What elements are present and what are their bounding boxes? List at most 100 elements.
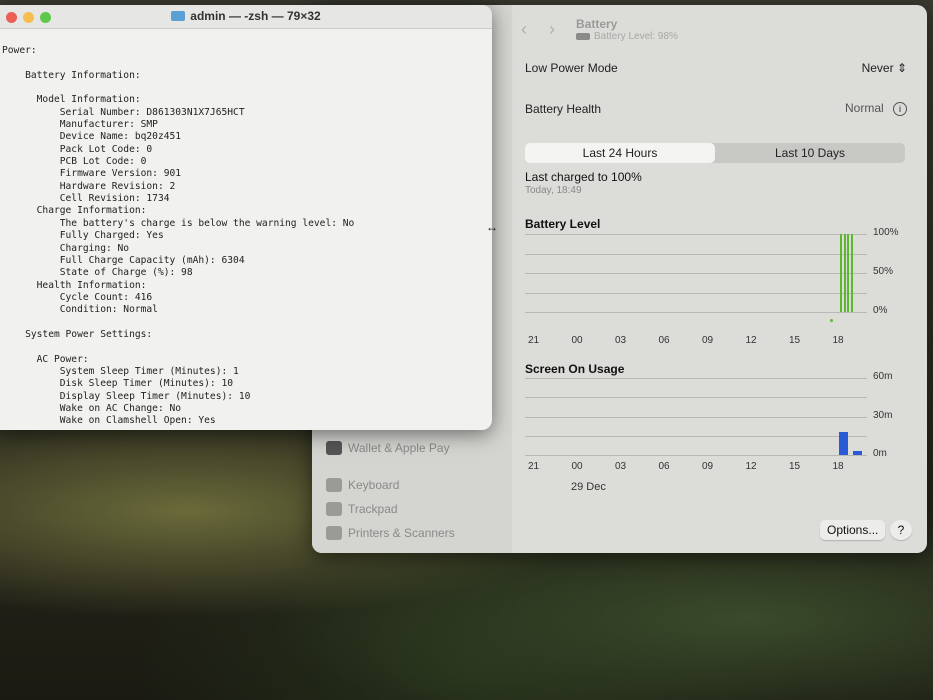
terminal-line: Manufacturer: SMP xyxy=(2,119,158,131)
gridline xyxy=(525,378,867,379)
gridline xyxy=(525,312,867,313)
gridline xyxy=(525,397,867,399)
terminal-line: Wake on AC Change: No xyxy=(2,402,182,414)
battery-level-text: Battery Level: 98% xyxy=(594,31,678,42)
sidebar-item-printers[interactable]: Printers & Scanners xyxy=(326,526,455,540)
terminal-line: The battery's charge is below the warnin… xyxy=(2,217,355,229)
terminal-title: admin — -zsh — 79×32 xyxy=(190,9,321,23)
y-tick-label: 50% xyxy=(873,266,894,277)
x-tick-label: 03 xyxy=(615,335,627,346)
y-tick-label: 0m xyxy=(873,448,887,459)
x-tick-label: 09 xyxy=(702,335,714,346)
gridline xyxy=(525,273,867,274)
terminal-line: Cycle Count: 416 xyxy=(2,291,153,303)
sidebar-item-label: Trackpad xyxy=(348,502,398,516)
terminal-line: System Power Settings: xyxy=(2,328,153,340)
terminal-line: Wake on Clamshell Open: Yes xyxy=(2,415,216,427)
chart-bar xyxy=(847,234,850,312)
battery-icon xyxy=(576,33,590,40)
terminal-line: AC Power: xyxy=(2,353,89,365)
info-icon[interactable]: i xyxy=(893,102,907,116)
terminal-line: Firmware Version: 901 xyxy=(2,168,182,180)
x-tick-label: 00 xyxy=(571,335,583,346)
chart-bar xyxy=(850,234,853,312)
battery-health-label: Battery Health xyxy=(525,101,602,116)
options-button[interactable]: Options... xyxy=(820,520,886,540)
gridline xyxy=(525,435,867,437)
tab-last-24-hours[interactable]: Last 24 Hours xyxy=(525,143,715,163)
gridline xyxy=(525,253,867,255)
x-tick-label: 21 xyxy=(528,335,540,346)
terminal-line: System Sleep Timer (Minutes): 1 xyxy=(2,365,239,377)
terminal-line: State of Charge (%): 98 xyxy=(2,267,193,279)
resize-cursor-icon: ↔ xyxy=(486,220,498,234)
low-power-row: Low Power Mode Never ⇕ xyxy=(525,61,907,75)
last-charged-time: Today, 18:49 xyxy=(525,185,582,196)
x-tick-label: 06 xyxy=(658,461,670,472)
charge-dot xyxy=(830,319,833,322)
x-tick-label: 12 xyxy=(745,335,757,346)
x-tick-label: 18 xyxy=(832,461,844,472)
terminal-line: Charge Information: xyxy=(2,205,147,217)
help-button[interactable]: ? xyxy=(890,520,912,540)
y-tick-label: 0% xyxy=(873,305,888,316)
x-tick-label: 03 xyxy=(615,461,627,472)
gridline xyxy=(525,416,867,418)
sidebar-item-label: Keyboard xyxy=(348,478,400,492)
terminal-line: Pack Lot Code: 0 xyxy=(2,143,153,155)
y-tick-label: 30m xyxy=(873,409,893,421)
terminal-line: Power: xyxy=(2,45,37,56)
chart-bar xyxy=(843,234,846,312)
terminal-window: admin — -zsh — 79×32 Power: Battery Info… xyxy=(0,5,492,430)
x-tick-label: 06 xyxy=(658,335,670,346)
back-button[interactable]: ‹ xyxy=(521,19,527,40)
terminal-line: Fully Charged: Yes xyxy=(2,230,164,242)
x-tick-label: 21 xyxy=(528,461,540,472)
low-power-select[interactable]: Never ⇕ xyxy=(862,61,907,75)
x-tick-label: 12 xyxy=(745,461,757,472)
y-tick-label: 100% xyxy=(873,227,899,238)
battery-level-title: Battery Level xyxy=(525,217,601,231)
terminal-line: Hardware Revision: 2 xyxy=(2,180,176,192)
low-power-label: Low Power Mode xyxy=(525,61,618,75)
printer-icon xyxy=(326,526,342,540)
x-tick-label: 15 xyxy=(789,335,801,346)
sidebar-item-keyboard[interactable]: Keyboard xyxy=(326,478,399,492)
folder-icon xyxy=(171,11,186,21)
x-tick-label: 18 xyxy=(832,335,844,346)
terminal-line: Device Name: bq20z451 xyxy=(2,131,182,143)
x-tick-label: 09 xyxy=(702,461,714,472)
gridline xyxy=(525,234,867,235)
wallet-icon xyxy=(326,441,342,455)
battery-health-value: Normal xyxy=(844,101,884,115)
y-tick-label: 60m xyxy=(873,371,893,382)
terminal-line: Disk Sleep Timer (Minutes): 10 xyxy=(2,378,234,390)
x-tick-label: 15 xyxy=(789,461,801,472)
sidebar-item-trackpad[interactable]: Trackpad xyxy=(326,502,398,516)
sidebar-item-wallet[interactable]: Wallet & Apple Pay xyxy=(326,441,450,455)
gridline xyxy=(525,292,867,294)
terminal-titlebar: admin — -zsh — 79×32 xyxy=(0,5,492,29)
terminal-line: Cell Revision: 1734 xyxy=(2,193,170,205)
terminal-line: Serial Number: D861303N1X7J65HCT xyxy=(2,106,245,118)
tab-last-10-days[interactable]: Last 10 Days xyxy=(715,143,905,163)
terminal-line: Battery Information: xyxy=(2,69,141,81)
terminal-line: PCB Lot Code: 0 xyxy=(2,156,147,168)
terminal-line: Health Information: xyxy=(2,279,147,291)
terminal-line: Full Charge Capacity (mAh): 6304 xyxy=(2,254,245,266)
chart-bar xyxy=(838,431,848,455)
gridline xyxy=(525,455,867,456)
page-title: Battery xyxy=(576,17,618,31)
battery-health-row: Battery Health Normal i xyxy=(525,101,907,116)
last-charged-label: Last charged to 100% xyxy=(525,170,642,184)
screen-usage-title: Screen On Usage xyxy=(525,362,625,376)
terminal-output[interactable]: Power: Battery Information: Model Inform… xyxy=(0,29,492,428)
low-power-value: Never xyxy=(861,61,894,75)
chart-bar xyxy=(853,451,862,455)
terminal-line: Charging: No xyxy=(2,242,130,254)
chevron-updown-icon: ⇕ xyxy=(896,61,907,75)
forward-button[interactable]: › xyxy=(549,19,555,40)
